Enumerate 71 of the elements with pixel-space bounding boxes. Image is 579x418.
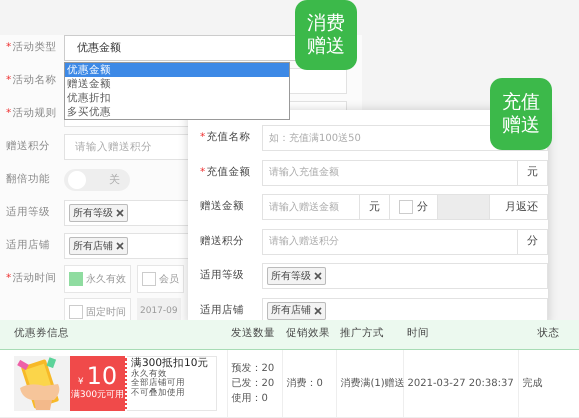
- currency-sign: ¥: [78, 376, 84, 388]
- dropdown-option[interactable]: 优惠折扣: [65, 91, 289, 105]
- field-label: 充值金额: [206, 164, 250, 180]
- coupon-title: 满300抵扣10元: [131, 358, 210, 368]
- table-cell: 2021-03-27 20:38:37: [403, 349, 518, 417]
- tag-text: 所有等级: [271, 270, 311, 284]
- sent-count: 已发：20: [232, 376, 276, 390]
- column-header: 推广方式: [336, 320, 403, 349]
- required-mark: *: [200, 164, 206, 180]
- field-label: 适用等级: [6, 205, 50, 220]
- close-icon[interactable]: [314, 306, 322, 314]
- close-icon[interactable]: [116, 209, 124, 217]
- tag-text: 所有店铺: [271, 304, 311, 318]
- field-label: 活动时间: [12, 271, 56, 286]
- required-mark: *: [6, 106, 12, 122]
- field-label: 充值名称: [206, 130, 250, 146]
- field-label: 适用等级: [200, 268, 244, 284]
- unit-label: 分: [518, 228, 548, 254]
- checkbox-label: 永久有效: [86, 272, 126, 286]
- field-label: 赠送积分: [200, 234, 244, 249]
- callout-tooltip: 充值赠送: [490, 78, 552, 150]
- required-mark: *: [200, 130, 206, 146]
- field-label: 翻倍功能: [6, 172, 50, 188]
- column-header: 促销效果: [282, 320, 336, 349]
- tag-text: 所有店铺: [73, 240, 113, 254]
- unit-label: 元: [360, 194, 390, 220]
- dropdown-option[interactable]: 多买优惠: [65, 105, 289, 119]
- table-cell: 消费：0: [282, 349, 336, 417]
- checkbox[interactable]: [69, 272, 83, 286]
- coupon-note: 全部店铺可用: [131, 379, 186, 388]
- field-label: 活动规则: [12, 106, 56, 122]
- close-icon[interactable]: [314, 272, 322, 280]
- column-header: 时间: [403, 320, 518, 349]
- checkbox-label: 会员: [159, 272, 179, 286]
- checkbox[interactable]: [69, 305, 83, 319]
- tag-field[interactable]: 所有等级: [262, 263, 548, 289]
- coupon-hand-drawing: [14, 356, 70, 410]
- required-mark: *: [6, 271, 12, 286]
- field-label: 适用店铺: [6, 238, 50, 254]
- input-field[interactable]: 请输入充值金额: [262, 160, 518, 186]
- tag-text: 所有等级: [73, 206, 113, 220]
- field-label: 赠送积分: [6, 139, 50, 154]
- field-label: 活动类型: [12, 40, 56, 56]
- table-cell: 完成: [518, 349, 579, 417]
- coupon-condition: 满300元可用: [70, 389, 124, 402]
- callout-tooltip: 消费赠送: [295, 0, 357, 70]
- required-mark: *: [6, 73, 12, 88]
- coupon-note: 永久有效: [131, 370, 167, 380]
- table-cell: 消费满(1)赠送: [336, 349, 403, 417]
- sent-count: 预发：20: [232, 362, 276, 376]
- checkbox-label: 分: [417, 198, 428, 215]
- checkbox[interactable]: [399, 200, 413, 214]
- checkbox-label: 固定时间: [86, 306, 126, 320]
- required-mark: *: [6, 40, 12, 56]
- column-header: 优惠券信息: [0, 320, 227, 349]
- column-header: 状态: [518, 320, 579, 349]
- checkbox[interactable]: [142, 272, 156, 286]
- dropdown-option[interactable]: 优惠金额: [65, 63, 289, 77]
- field-label: 赠送金额: [200, 199, 244, 214]
- field-label: 适用店铺: [200, 302, 244, 318]
- input-field[interactable]: 请输入赠送积分: [262, 228, 518, 254]
- unit-label: 元: [518, 160, 548, 186]
- unit-label: 月返还: [490, 194, 548, 220]
- sent-count: 使用：0: [232, 392, 269, 406]
- coupon-amount: 10: [86, 364, 118, 388]
- input-field[interactable]: 请输入赠送金额: [262, 194, 360, 220]
- column-header: 发送数量: [227, 320, 282, 349]
- coupon-note: 不可叠加使用: [131, 388, 186, 398]
- field-label: 活动名称: [12, 73, 56, 88]
- dropdown-option[interactable]: 赠送金额: [65, 77, 289, 91]
- close-icon[interactable]: [116, 242, 124, 250]
